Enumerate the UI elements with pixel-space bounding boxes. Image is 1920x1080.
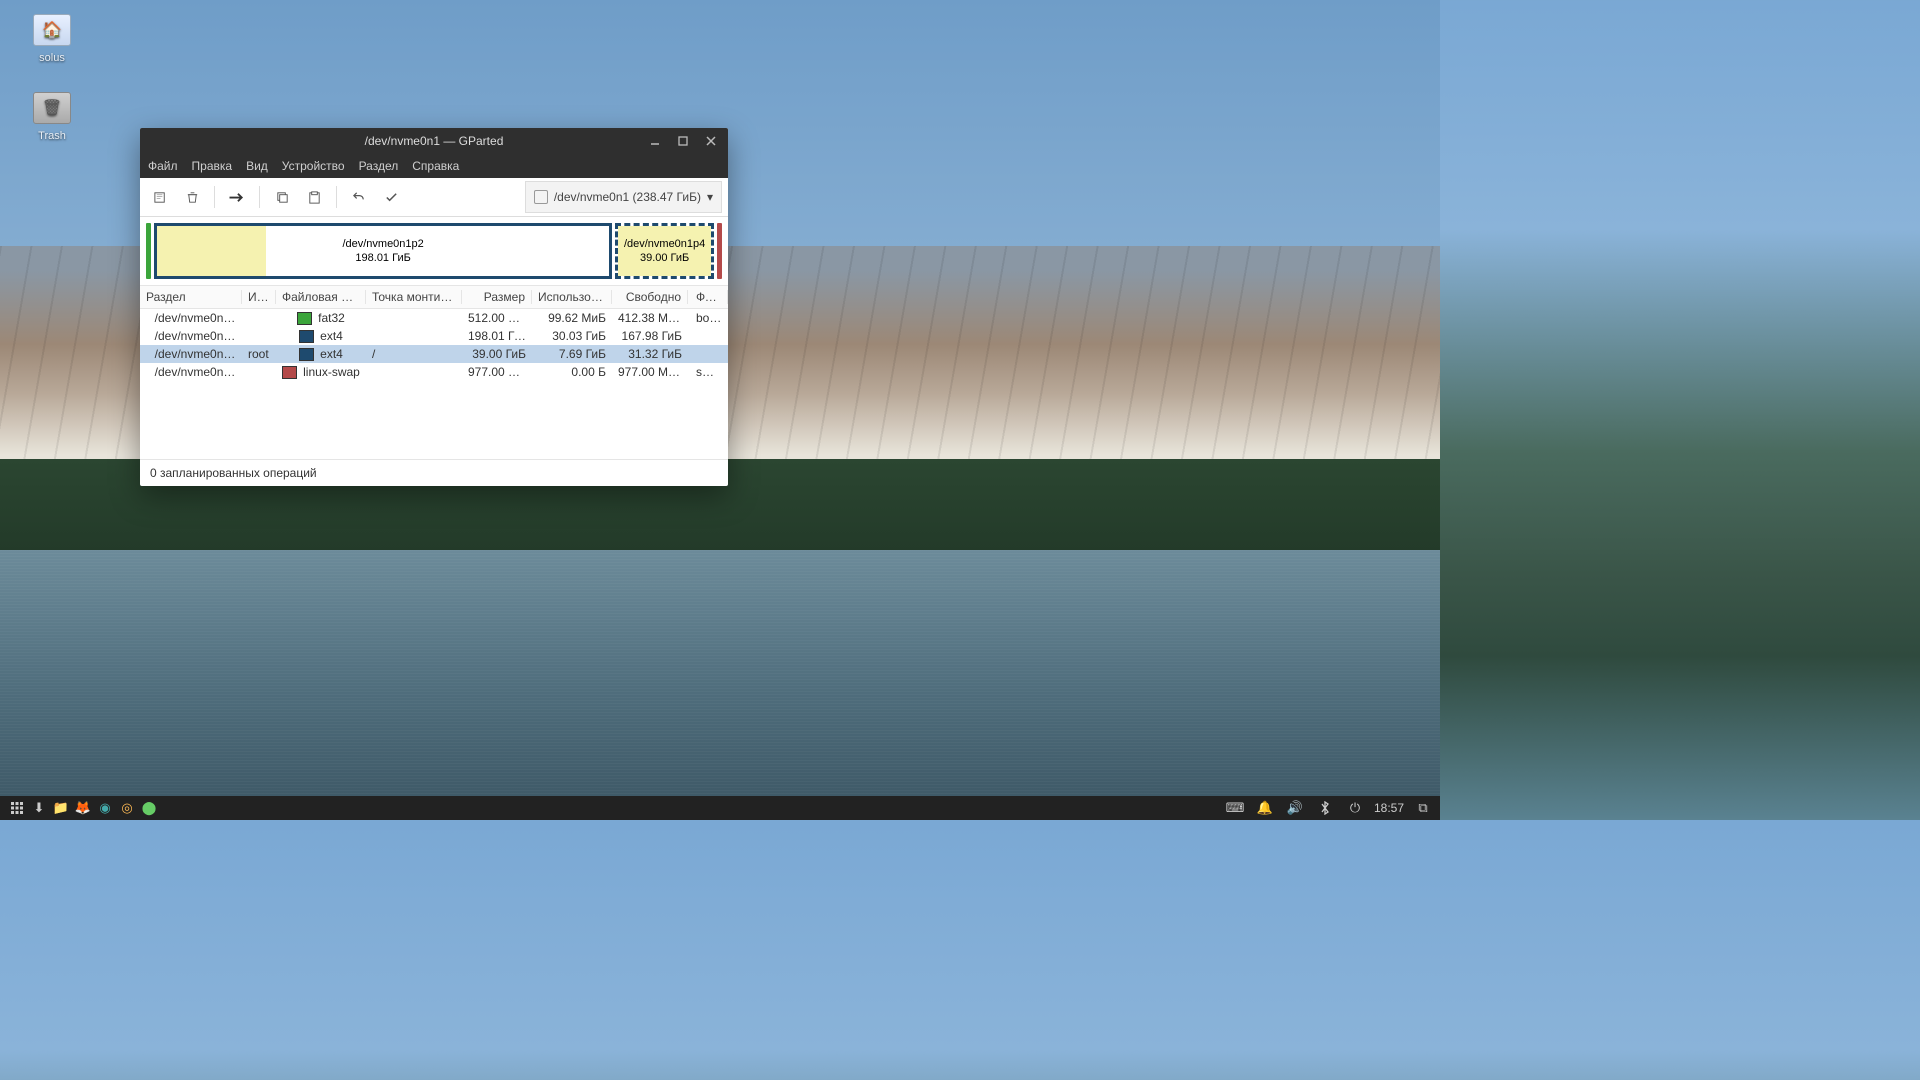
new-partition-button[interactable] bbox=[146, 183, 174, 211]
status-bar: 0 запланированных операций bbox=[140, 459, 728, 486]
menu-device[interactable]: Устройство bbox=[282, 159, 345, 173]
resize-move-button[interactable] bbox=[223, 183, 251, 211]
separator bbox=[336, 186, 337, 208]
tray-bluetooth-icon[interactable] bbox=[1314, 797, 1336, 819]
table-row[interactable]: /dev/nvme0n1p2ext4198.01 ГиБ30.03 ГиБ167… bbox=[140, 327, 728, 345]
chevron-down-icon: ▾ bbox=[707, 190, 713, 204]
partition-block-label: /dev/nvme0n1p2 bbox=[342, 237, 423, 251]
taskbar-app-icon[interactable]: ⬤ bbox=[138, 797, 160, 819]
col-free[interactable]: Свободно bbox=[612, 290, 688, 304]
col-flags[interactable]: Флаги bbox=[688, 290, 728, 304]
desktop-icon-solus[interactable]: 🏠 solus bbox=[22, 14, 82, 64]
partition-edge bbox=[146, 223, 151, 279]
col-partition[interactable]: Раздел bbox=[140, 290, 242, 304]
maximize-button[interactable] bbox=[672, 131, 694, 151]
taskbar: ⬇ 📁 🦊 ◉ ◎ ⬤ ⌨ 🔔 🔊 ⏻ 18:57 ⧉ bbox=[0, 796, 1440, 820]
menu-help[interactable]: Справка bbox=[412, 159, 459, 173]
titlebar[interactable]: /dev/nvme0n1 — GParted bbox=[140, 128, 728, 154]
toolbar: /dev/nvme0n1 (238.47 ГиБ) ▾ bbox=[140, 178, 728, 217]
desktop-icon-label: solus bbox=[22, 52, 82, 64]
tray-keyboard-icon[interactable]: ⌨ bbox=[1224, 797, 1246, 819]
partition-map: /dev/nvme0n1p2 198.01 ГиБ /dev/nvme0n1p4… bbox=[146, 223, 722, 279]
apply-button[interactable] bbox=[377, 183, 405, 211]
minimize-button[interactable] bbox=[644, 131, 666, 151]
table-row[interactable]: /dev/nvme0n1p3 🔑linux-swap977.00 МиБ0.00… bbox=[140, 363, 728, 381]
separator bbox=[214, 186, 215, 208]
copy-button[interactable] bbox=[268, 183, 296, 211]
desktop-icon-trash[interactable]: 🗑 Trash bbox=[22, 92, 82, 142]
tray-volume-icon[interactable]: 🔊 bbox=[1284, 797, 1306, 819]
delete-partition-button[interactable] bbox=[178, 183, 206, 211]
partition-edge bbox=[717, 223, 722, 279]
menu-view[interactable]: Вид bbox=[246, 159, 268, 173]
partition-block-p4[interactable]: /dev/nvme0n1p4 39.00 ГиБ bbox=[615, 223, 714, 279]
gparted-window: /dev/nvme0n1 — GParted Файл Правка Вид У… bbox=[140, 128, 728, 486]
col-used[interactable]: Использовано bbox=[532, 290, 612, 304]
col-size[interactable]: Размер bbox=[462, 290, 532, 304]
taskbar-downloads-icon[interactable]: ⬇ bbox=[28, 797, 50, 819]
menubar: Файл Правка Вид Устройство Раздел Справк… bbox=[140, 154, 728, 178]
clock[interactable]: 18:57 bbox=[1374, 801, 1404, 815]
apps-menu-button[interactable] bbox=[6, 797, 28, 819]
undo-button[interactable] bbox=[345, 183, 373, 211]
partition-block-p2[interactable]: /dev/nvme0n1p2 198.01 ГиБ bbox=[154, 223, 612, 279]
menu-file[interactable]: Файл bbox=[148, 159, 178, 173]
taskbar-app-icon[interactable]: ◉ bbox=[94, 797, 116, 819]
menu-edit[interactable]: Правка bbox=[192, 159, 233, 173]
menu-partition[interactable]: Раздел bbox=[359, 159, 399, 173]
home-folder-icon: 🏠 bbox=[33, 14, 71, 46]
window-title: /dev/nvme0n1 — GParted bbox=[365, 134, 504, 148]
device-selector-label: /dev/nvme0n1 (238.47 ГиБ) bbox=[554, 190, 701, 204]
taskbar-firefox-icon[interactable]: 🦊 bbox=[72, 797, 94, 819]
separator bbox=[259, 186, 260, 208]
device-selector[interactable]: /dev/nvme0n1 (238.47 ГиБ) ▾ bbox=[525, 181, 722, 213]
col-filesystem[interactable]: Файловая система bbox=[276, 290, 366, 304]
partition-block-size: 198.01 ГиБ bbox=[342, 251, 423, 265]
paste-button[interactable] bbox=[300, 183, 328, 211]
taskbar-app-icon[interactable]: ◎ bbox=[116, 797, 138, 819]
table-header: Раздел Имя Файловая система Точка монтир… bbox=[140, 285, 728, 309]
tray-desktop-icon[interactable]: ⧉ bbox=[1412, 797, 1434, 819]
table-body: /dev/nvme0n1p1fat32512.00 МиБ99.62 МиБ41… bbox=[140, 309, 728, 459]
close-button[interactable] bbox=[700, 131, 722, 151]
table-row[interactable]: /dev/nvme0n1p1fat32512.00 МиБ99.62 МиБ41… bbox=[140, 309, 728, 327]
tray-notification-icon[interactable]: 🔔 bbox=[1254, 797, 1276, 819]
partition-block-label: /dev/nvme0n1p4 bbox=[624, 237, 705, 251]
col-mountpoint[interactable]: Точка монтирования bbox=[366, 290, 462, 304]
table-row[interactable]: /dev/nvme0n1p4 🔑rootext4/39.00 ГиБ7.69 Г… bbox=[140, 345, 728, 363]
col-name[interactable]: Имя bbox=[242, 290, 276, 304]
tray-power-icon[interactable]: ⏻ bbox=[1344, 797, 1366, 819]
trash-icon: 🗑 bbox=[33, 92, 71, 124]
desktop-icon-label: Trash bbox=[22, 130, 82, 142]
taskbar-files-icon[interactable]: 📁 bbox=[50, 797, 72, 819]
disk-icon bbox=[534, 190, 548, 204]
partition-block-size: 39.00 ГиБ bbox=[624, 251, 705, 265]
